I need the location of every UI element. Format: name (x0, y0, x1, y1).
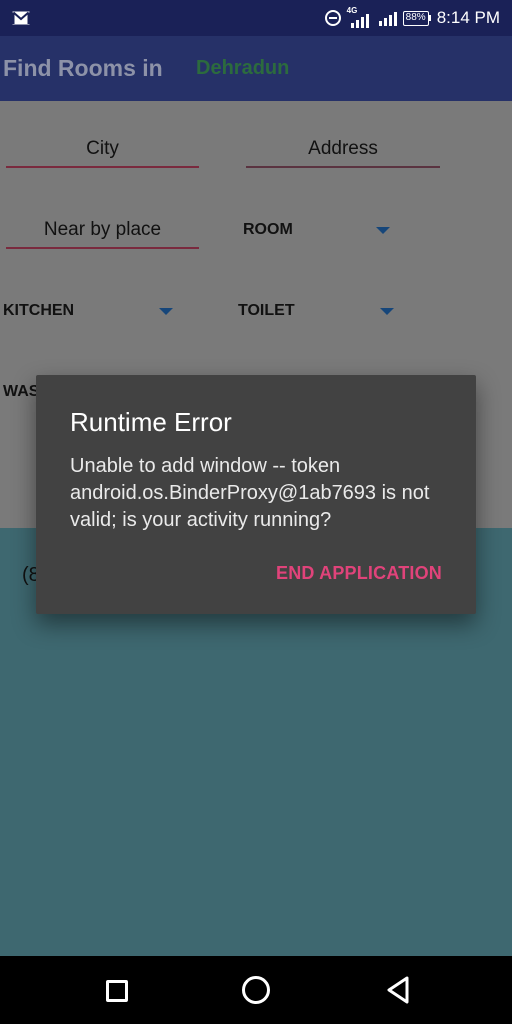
clock: 8:14 PM (436, 8, 500, 27)
room-spinner[interactable]: ROOM (243, 221, 293, 239)
kitchen-spinner-label: KITCHEN (3, 302, 75, 319)
dropdown-arrow-icon[interactable] (380, 308, 394, 315)
dropdown-arrow-icon[interactable] (159, 308, 173, 315)
signal-icon: 4G (347, 6, 369, 28)
home-icon[interactable] (242, 976, 270, 1004)
city-input[interactable]: City (6, 134, 199, 168)
toilet-spinner-label: TOILET (238, 302, 295, 319)
address-input[interactable]: Address (246, 134, 440, 168)
battery-percent: 88% (402, 10, 429, 26)
nearby-place-input[interactable]: Near by place (6, 215, 199, 249)
back-icon[interactable] (386, 976, 410, 1004)
washroom-spinner-label: WAS (3, 383, 40, 400)
app-title: Find Rooms in (3, 55, 163, 81)
washroom-spinner[interactable]: WAS (3, 383, 39, 401)
status-bar: 4G 88% 8:14 PM (0, 0, 512, 36)
room-spinner-label: ROOM (243, 221, 293, 238)
recent-apps-icon[interactable] (106, 980, 128, 1002)
toilet-spinner[interactable]: TOILET (238, 302, 295, 320)
dropdown-arrow-icon[interactable] (376, 227, 390, 234)
end-application-button[interactable]: END APPLICATION (276, 563, 442, 584)
runtime-error-dialog: Runtime Error Unable to add window -- to… (36, 375, 476, 614)
do-not-disturb-icon (324, 10, 341, 26)
signal-icon (378, 10, 397, 26)
selected-city[interactable]: Dehradun (196, 57, 289, 80)
dialog-message: Unable to add window -- token android.os… (70, 455, 430, 531)
battery-icon: 88% (402, 10, 431, 26)
navigation-bar (0, 956, 512, 1024)
gmail-icon (12, 11, 30, 25)
dialog-title: Runtime Error (70, 407, 232, 437)
kitchen-spinner[interactable]: KITCHEN (3, 302, 74, 320)
